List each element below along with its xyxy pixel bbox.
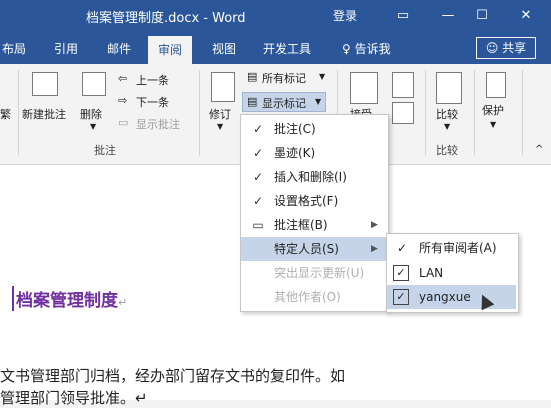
compare-group-label: 比较 (436, 144, 458, 157)
check-icon: ✓ (252, 194, 264, 208)
check-icon: ✓ (252, 122, 264, 136)
menu-item-label: 插入和删除(I) (274, 170, 347, 184)
share-label: 共享 (502, 41, 527, 55)
ribbon-separator (522, 70, 523, 156)
paragraph-mark: ↵ (118, 296, 128, 309)
submenu-item-lan[interactable]: ✓ LAN (387, 261, 516, 285)
show-comments-icon: ▭ (118, 116, 129, 129)
menu-item-label: 批注(C) (274, 122, 316, 136)
delete-comment-icon (82, 72, 106, 96)
balloon-icon: ▭ (252, 218, 264, 232)
menu-item-formatting[interactable]: ✓ 设置格式(F) (241, 189, 386, 213)
tell-me-label: 告诉我 (354, 42, 391, 56)
login-link[interactable]: 登录 (333, 7, 357, 24)
ribbon-separator (199, 70, 200, 156)
submenu-item-all-reviewers[interactable]: ✓ 所有审阅者(A) (387, 236, 516, 260)
chevron-down-icon[interactable]: ▼ (217, 122, 223, 131)
tab-review[interactable]: 审阅 (148, 36, 193, 64)
accept-icon (350, 72, 378, 104)
menu-item-label: 其他作者(O) (274, 290, 341, 304)
all-markup-dropdown[interactable]: 所有标记 (262, 70, 306, 86)
protect-icon (486, 72, 506, 98)
compare-icon (436, 72, 462, 104)
show-markup-icon: ▤ (247, 95, 258, 108)
markup-icon: ▤ (247, 70, 258, 83)
menu-item-label: 突出显示更新(U) (274, 266, 365, 280)
submenu-item-label: 所有审阅者(A) (419, 241, 497, 255)
new-comment-icon (32, 72, 58, 96)
menu-item-label: 特定人员(S) (274, 242, 339, 256)
delete-comment-button[interactable]: 删除 (80, 106, 102, 122)
ribbon-separator (474, 70, 475, 156)
body-line-1[interactable]: 文书管理部门归档，经办部门留存文书的复印件。如 (0, 365, 345, 386)
menu-item-label: 墨迹(K) (274, 146, 316, 160)
new-comment-button[interactable]: 新建批注 (22, 106, 66, 122)
tab-layout[interactable]: 布局 (2, 40, 26, 57)
ribbon-tabs: 布局 引用 邮件 审阅 视图 开发工具 ♀ 告诉我 ☺ 共享 (0, 32, 551, 64)
checkbox-checked-icon: ✓ (393, 265, 409, 281)
ribbon-separator (425, 70, 426, 156)
check-icon: ✓ (396, 241, 408, 255)
tab-view[interactable]: 视图 (212, 40, 236, 57)
check-icon: ✓ (252, 170, 264, 184)
submenu-item-label: LAN (419, 266, 444, 280)
menu-item-label: 批注框(B) (274, 218, 328, 232)
submenu-arrow-icon: ▶ (371, 220, 378, 230)
minimize-button[interactable]: — (437, 5, 459, 27)
tab-developer[interactable]: 开发工具 (263, 40, 311, 57)
chevron-down-icon: ▼ (315, 97, 322, 106)
restore-button[interactable]: ☐ (471, 5, 493, 27)
menu-item-label: 设置格式(F) (274, 194, 339, 208)
chevron-down-icon[interactable]: ▼ (319, 72, 325, 81)
previous-comment-button[interactable]: 上一条 (136, 72, 169, 88)
ribbon-display-options-icon[interactable]: ▭ (392, 5, 414, 27)
show-markup-menu: ✓ 批注(C) ✓ 墨迹(K) ✓ 插入和删除(I) ✓ 设置格式(F) ▭ 批… (240, 114, 389, 312)
submenu-arrow-icon: ▶ (371, 244, 378, 254)
simplified-traditional-button[interactable]: 繁 (0, 106, 11, 122)
reject-icon (392, 72, 414, 98)
checkbox-checked-icon: ✓ (393, 289, 409, 305)
menu-item-balloons[interactable]: ▭ 批注框(B) ▶ (241, 213, 386, 237)
menu-item-highlight-updates[interactable]: 突出显示更新(U) (241, 261, 386, 285)
chevron-down-icon[interactable]: ▼ (490, 120, 496, 129)
menu-item-ink[interactable]: ✓ 墨迹(K) (241, 141, 386, 165)
show-markup-button[interactable]: ▤ 显示标记 ▼ (242, 92, 326, 112)
menu-item-comments[interactable]: ✓ 批注(C) (241, 117, 386, 141)
ribbon-separator (18, 70, 19, 156)
specific-people-submenu: ✓ 所有审阅者(A) ✓ LAN ✓ yangxue (386, 233, 519, 313)
tab-references[interactable]: 引用 (54, 40, 78, 57)
document-heading[interactable]: 档案管理制度↵ (12, 286, 127, 311)
chevron-down-icon[interactable]: ▼ (444, 122, 450, 131)
close-button[interactable]: ✕ (515, 5, 537, 27)
heading-text: 档案管理制度 (16, 291, 118, 311)
protect-button[interactable]: 保护 (482, 102, 504, 118)
menu-item-other-authors[interactable]: 其他作者(O) (241, 285, 386, 309)
lightbulb-icon: ♀ (342, 42, 351, 56)
previous-change-icon (392, 102, 414, 124)
menu-item-insertions-deletions[interactable]: ✓ 插入和删除(I) (241, 165, 386, 189)
submenu-item-yangxue[interactable]: ✓ yangxue (387, 285, 516, 309)
title-bar: 档案管理制度.docx - Word 登录 ▭ — ☐ ✕ (0, 0, 551, 32)
show-markup-label: 显示标记 (262, 97, 306, 110)
show-comments-button[interactable]: 显示批注 (136, 116, 180, 132)
body-line-2[interactable]: 管理部门领导批准。↵ (0, 387, 148, 408)
person-icon: ☺ (485, 41, 499, 55)
next-comment-button[interactable]: 下一条 (136, 94, 169, 110)
submenu-item-label: yangxue (419, 290, 471, 304)
track-changes-icon (211, 72, 235, 102)
menu-item-specific-people[interactable]: 特定人员(S) ▶ (241, 237, 386, 261)
chevron-down-icon[interactable]: ▼ (90, 122, 96, 131)
next-comment-icon: ⇨ (118, 94, 128, 107)
tell-me-box[interactable]: ♀ 告诉我 (342, 40, 391, 57)
track-changes-button[interactable]: 修订 (209, 106, 231, 122)
compare-button[interactable]: 比较 (436, 106, 458, 122)
collapse-ribbon-icon[interactable]: ^ (535, 144, 543, 155)
check-icon: ✓ (252, 146, 264, 160)
share-button[interactable]: ☺ 共享 (476, 37, 536, 59)
tab-mailings[interactable]: 邮件 (107, 40, 131, 57)
comments-group-label: 批注 (94, 144, 116, 157)
window-title: 档案管理制度.docx - Word (86, 11, 246, 26)
previous-comment-icon: ⇦ (118, 72, 128, 85)
